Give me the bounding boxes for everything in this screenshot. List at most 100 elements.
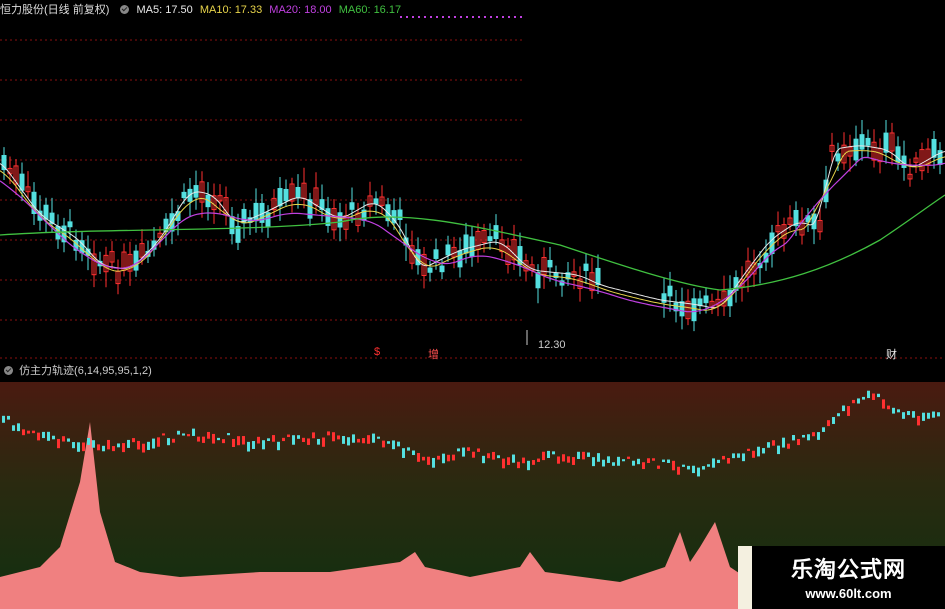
trajectory-bar — [867, 390, 870, 399]
trajectory-bar — [692, 465, 695, 474]
trajectory-bar — [317, 438, 320, 445]
marker-finance: 财 — [886, 349, 897, 361]
trajectory-bar — [27, 430, 30, 434]
top-dot — [442, 16, 444, 18]
trajectory-bar — [507, 457, 510, 465]
candle-body — [703, 295, 709, 304]
top-dot — [406, 16, 408, 18]
trajectory-bar — [672, 460, 675, 471]
trajectory-bar — [197, 436, 200, 442]
trajectory-bar — [17, 423, 20, 432]
trajectory-bar — [872, 393, 875, 400]
trajectory-bar — [807, 434, 810, 441]
trajectory-bar — [242, 436, 245, 445]
trajectory-bar — [162, 433, 165, 436]
trajectory-bar — [67, 438, 70, 442]
trajectory-bar — [362, 438, 365, 444]
trajectory-bar — [492, 451, 495, 460]
candle-body — [691, 298, 697, 322]
top-dot — [424, 16, 426, 18]
trajectory-bar — [312, 432, 315, 439]
trajectory-bar — [402, 448, 405, 458]
trajectory-bar — [527, 460, 530, 471]
candle-body — [433, 249, 439, 259]
trajectory-bar — [642, 462, 645, 470]
legend-ma60: MA60: 16.17 — [338, 4, 402, 16]
trajectory-bar — [557, 456, 560, 464]
trajectory-bar — [577, 451, 580, 459]
trajectory-bar — [787, 443, 790, 449]
trajectory-bar — [852, 399, 855, 404]
trajectory-bar — [722, 455, 725, 460]
trajectory-bar — [217, 437, 220, 441]
trajectory-bar — [352, 434, 355, 443]
settings-circle-icon[interactable] — [120, 5, 130, 14]
trajectory-bar — [767, 442, 770, 448]
trajectory-bar — [357, 438, 360, 443]
trajectory-bar — [137, 440, 140, 450]
price-chart-panel[interactable]: 恒力股份(日线 前复权) MA5: 17.50 MA10: 17.33 MA20… — [0, 0, 945, 362]
trajectory-bar — [562, 454, 565, 462]
trajectory-bar — [277, 441, 280, 451]
top-dot — [418, 16, 420, 18]
chart-legend: 恒力股份(日线 前复权) MA5: 17.50 MA10: 17.33 MA20… — [0, 2, 405, 18]
trajectory-bar — [192, 428, 195, 436]
trajectory-bar — [42, 431, 45, 439]
trajectory-bar — [477, 448, 480, 452]
candlestick-chart[interactable] — [0, 0, 945, 362]
trajectory-bar — [247, 441, 250, 452]
trajectory-bar — [332, 432, 335, 442]
trajectory-bar — [257, 436, 260, 444]
trajectory-bar — [862, 396, 865, 400]
top-dot — [514, 16, 516, 18]
trajectory-bar — [282, 437, 285, 442]
trajectory-bar — [592, 457, 595, 467]
trajectory-bar — [287, 434, 290, 438]
trajectory-bar — [32, 430, 35, 434]
trajectory-bar — [552, 451, 555, 455]
candle-body — [667, 285, 673, 297]
trajectory-bar — [877, 393, 880, 398]
trajectory-bar — [602, 459, 605, 467]
trajectory-bar — [452, 454, 455, 461]
trajectory-bar — [172, 438, 175, 443]
trajectory-bar — [237, 436, 240, 446]
trajectory-bar — [932, 411, 935, 418]
trajectory-bar — [7, 415, 10, 420]
trajectory-bar — [717, 459, 720, 464]
trajectory-bar — [732, 453, 735, 459]
top-dot — [508, 16, 510, 18]
trajectory-bar — [542, 451, 545, 461]
trajectory-bar — [412, 450, 415, 456]
candle-body — [853, 138, 859, 161]
trajectory-bar — [627, 456, 630, 459]
top-dot — [448, 16, 450, 18]
trajectory-bar — [742, 453, 745, 462]
candle-body — [457, 250, 463, 268]
trajectory-bar — [422, 456, 425, 461]
indicator-settings-icon[interactable] — [4, 366, 13, 375]
trajectory-bar — [587, 452, 590, 457]
candle-body — [583, 263, 589, 271]
candle-body — [865, 137, 871, 146]
trajectory-bar — [797, 439, 800, 446]
trajectory-bar — [397, 441, 400, 447]
trajectory-bar — [442, 453, 445, 464]
trajectory-bar — [517, 461, 520, 469]
candle-body — [253, 202, 259, 222]
trajectory-bar — [87, 438, 90, 445]
candle-body — [439, 265, 445, 273]
trajectory-bar — [922, 412, 925, 421]
trajectory-bar — [662, 459, 665, 463]
trajectory-bar — [467, 447, 470, 451]
trajectory-bar — [652, 458, 655, 461]
trajectory-bar — [607, 456, 610, 463]
trajectory-bar — [72, 442, 75, 449]
trajectory-bar — [707, 464, 710, 467]
top-dot — [496, 16, 498, 18]
trajectory-bar — [342, 436, 345, 444]
trajectory-bar — [107, 439, 110, 450]
trajectory-bar — [887, 405, 890, 410]
indicator-title: 仿主力轨迹(6,14,95,95,1,2) — [19, 365, 152, 377]
trajectory-bar — [702, 466, 705, 470]
